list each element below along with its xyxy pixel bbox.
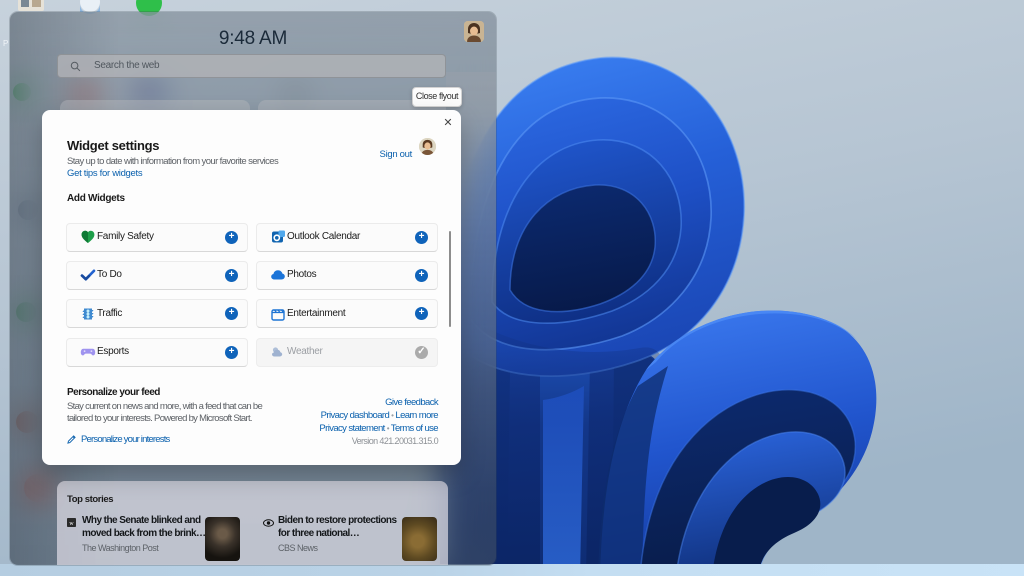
svg-text:P: P (3, 39, 8, 48)
